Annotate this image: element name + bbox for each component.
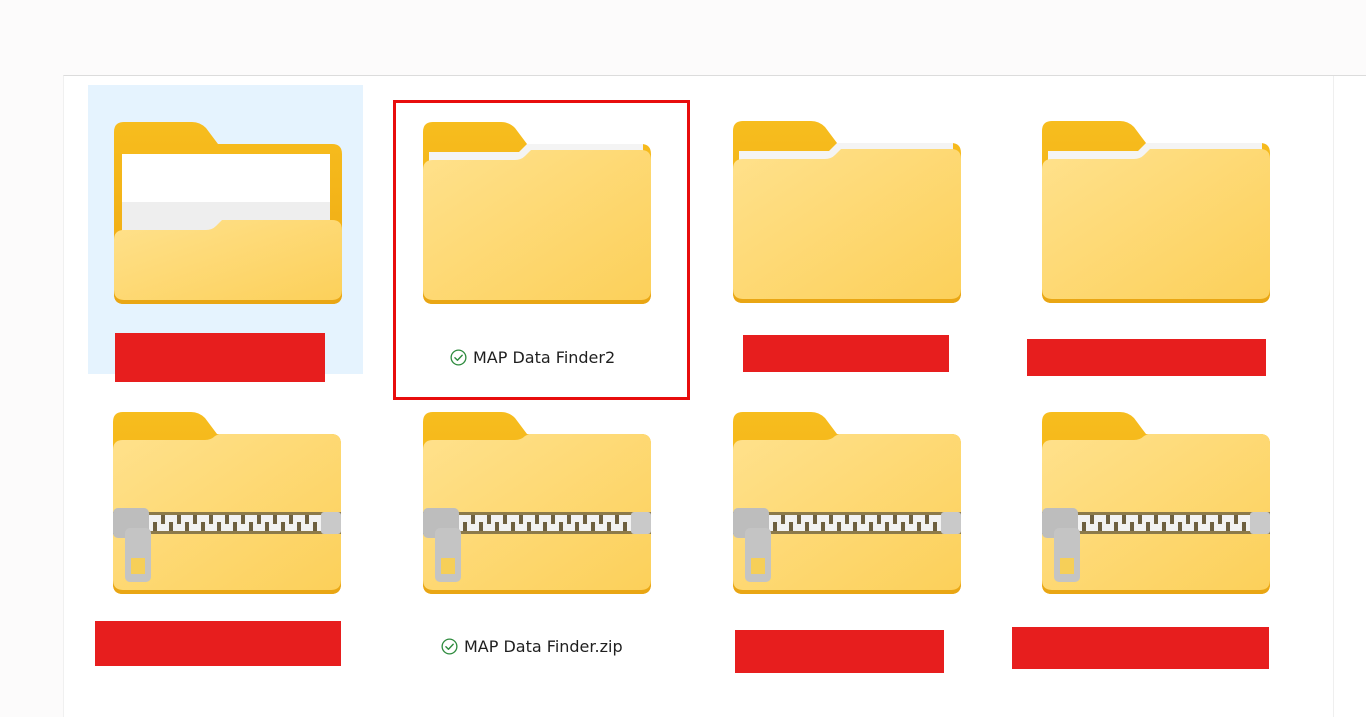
redacted-label — [743, 335, 949, 372]
sync-check-icon — [441, 638, 458, 655]
file-item-zip-2[interactable]: MAP Data Finder.zip — [395, 405, 690, 695]
file-explorer-window: MAP Data Finder2 MAP Data Finder.zip — [0, 0, 1366, 717]
sync-check-icon — [450, 349, 467, 366]
file-item-folder-1[interactable] — [88, 85, 363, 374]
redacted-label — [1027, 339, 1266, 376]
file-label-row: MAP Data Finder2 — [450, 348, 615, 367]
scrollbar-track[interactable] — [1333, 76, 1334, 717]
folder-preview-icon — [114, 122, 342, 304]
folder-icon — [423, 122, 651, 304]
toolbar-area — [0, 0, 1366, 75]
redacted-label — [735, 630, 944, 673]
file-name: MAP Data Finder.zip — [464, 637, 623, 656]
file-name: MAP Data Finder2 — [473, 348, 616, 367]
zip-folder-icon — [113, 412, 341, 594]
folder-icon — [1042, 121, 1270, 303]
file-item-folder-2[interactable]: MAP Data Finder2 — [393, 100, 690, 400]
redacted-label — [95, 621, 341, 666]
zip-folder-icon — [1042, 412, 1270, 594]
file-label-row: MAP Data Finder.zip — [441, 637, 623, 656]
redacted-label — [115, 333, 325, 382]
redacted-label — [1012, 627, 1269, 669]
zip-folder-icon — [733, 412, 961, 594]
folder-icon — [733, 121, 961, 303]
zip-folder-icon — [423, 412, 651, 594]
